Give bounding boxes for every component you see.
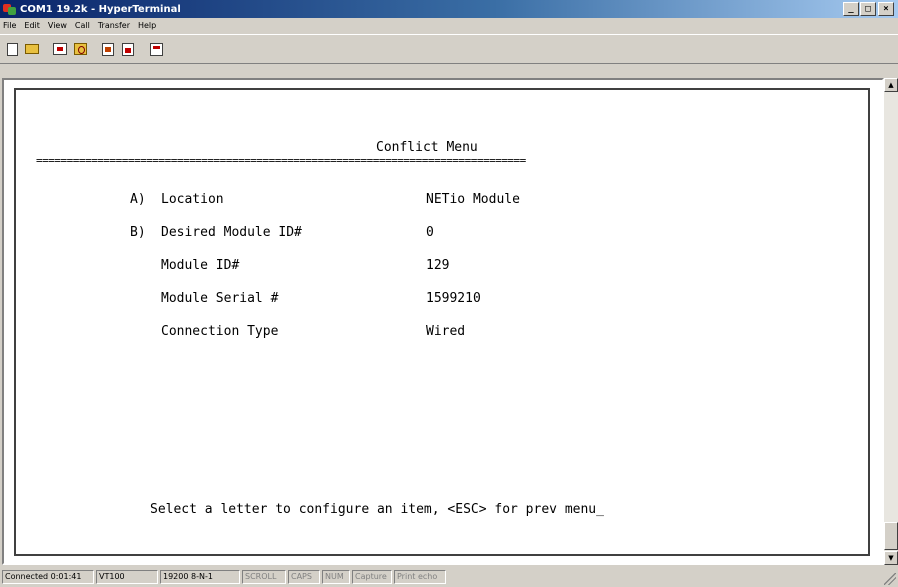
send-button[interactable] <box>99 40 117 58</box>
module-id-label: Module ID# <box>161 258 240 273</box>
close-button[interactable]: × <box>878 2 894 16</box>
module-id-value: 129 <box>426 258 450 273</box>
item-a-label[interactable]: Location <box>161 192 224 207</box>
menu-help[interactable]: Help <box>138 21 156 30</box>
scroll-up-icon[interactable]: ▲ <box>884 78 898 92</box>
receive-icon <box>122 42 134 56</box>
module-serial-label: Module Serial # <box>161 291 279 306</box>
properties-icon <box>149 42 163 56</box>
new-connection-button[interactable] <box>3 40 21 58</box>
minimize-button[interactable]: _ <box>843 2 859 16</box>
prompt-line: Select a letter to configure an item, <E… <box>150 502 604 517</box>
maximize-button[interactable]: □ <box>860 2 876 16</box>
vertical-scrollbar[interactable]: ▲ ▼ <box>884 78 898 565</box>
menu-transfer[interactable]: Transfer <box>98 21 130 30</box>
status-connected: Connected 0:01:41 <box>2 570 94 584</box>
new-icon <box>6 42 18 56</box>
menu-title: Conflict Menu <box>376 140 478 155</box>
terminal-window[interactable]: Conflict Menu ==========================… <box>2 78 884 565</box>
status-scroll: SCROLL <box>242 570 286 584</box>
item-a-value: NETio Module <box>426 192 520 207</box>
receive-button[interactable] <box>119 40 137 58</box>
status-bar: Connected 0:01:41 VT100 19200 8-N-1 SCRO… <box>0 567 898 587</box>
status-print-echo: Print echo <box>394 570 446 584</box>
resize-grip-icon[interactable] <box>884 573 896 585</box>
scroll-down-icon[interactable]: ▼ <box>884 551 898 565</box>
item-b-value: 0 <box>426 225 434 240</box>
menu-view[interactable]: View <box>48 21 67 30</box>
scroll-thumb[interactable] <box>884 522 898 550</box>
disconnect-button[interactable] <box>71 40 89 58</box>
module-serial-value: 1599210 <box>426 291 481 306</box>
menu-file[interactable]: File <box>3 21 16 30</box>
toolbar <box>0 34 898 64</box>
open-icon <box>25 44 39 54</box>
menu-edit[interactable]: Edit <box>24 21 40 30</box>
connection-type-value: Wired <box>426 324 466 339</box>
title-bar: COM1 19.2k - HyperTerminal _ □ × <box>0 0 898 18</box>
disconnect-icon <box>73 43 87 55</box>
hyperterminal-icon[interactable] <box>3 2 17 16</box>
connect-icon <box>53 43 67 55</box>
status-capture: Capture <box>352 570 392 584</box>
menu-call[interactable]: Call <box>75 21 90 30</box>
connection-type-label: Connection Type <box>161 324 279 339</box>
connect-button[interactable] <box>51 40 69 58</box>
properties-button[interactable] <box>147 40 165 58</box>
send-icon <box>102 42 114 56</box>
window-title: COM1 19.2k - HyperTerminal <box>20 3 181 15</box>
terminal-screen[interactable]: Conflict Menu ==========================… <box>14 88 870 556</box>
separator-line: ========================================… <box>36 154 526 167</box>
status-caps: CAPS <box>288 570 320 584</box>
status-num: NUM <box>322 570 350 584</box>
item-b-label[interactable]: Desired Module ID# <box>161 225 302 240</box>
item-b-key[interactable]: B) <box>130 225 146 240</box>
status-settings: 19200 8-N-1 <box>160 570 240 584</box>
open-button[interactable] <box>23 40 41 58</box>
item-a-key[interactable]: A) <box>130 192 146 207</box>
menu-bar: File Edit View Call Transfer Help <box>0 18 898 33</box>
status-emulation: VT100 <box>96 570 158 584</box>
